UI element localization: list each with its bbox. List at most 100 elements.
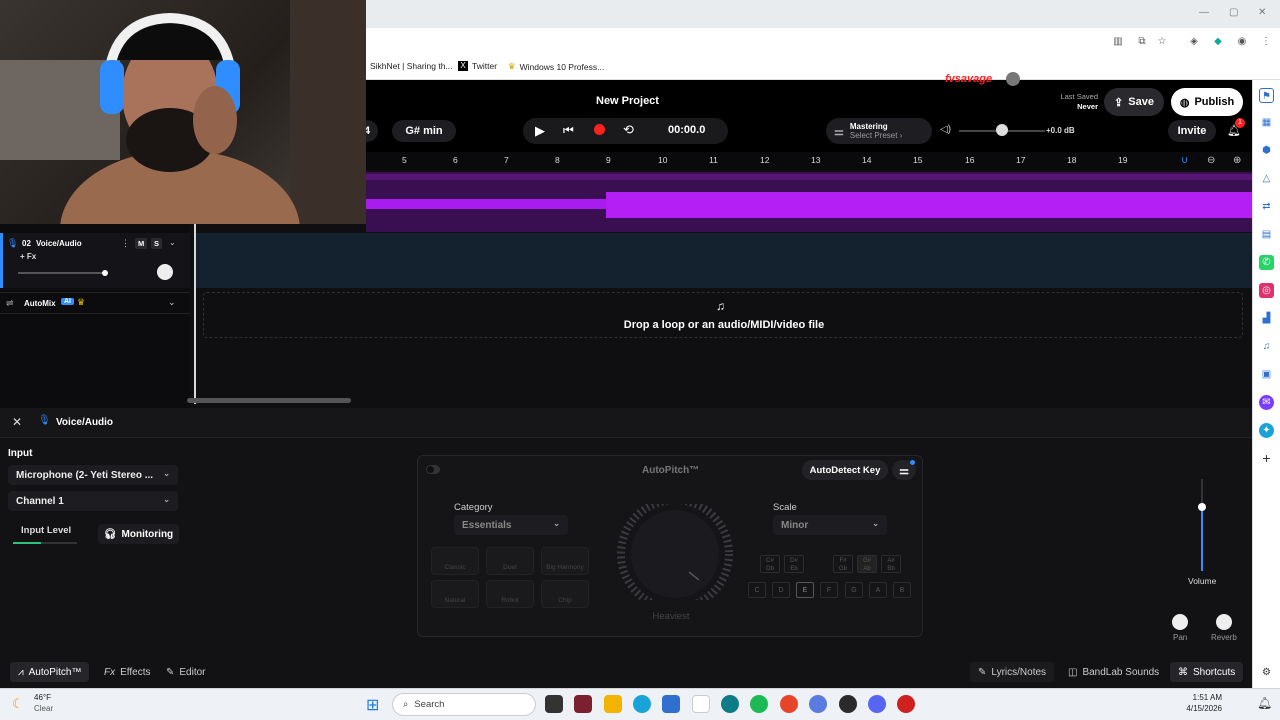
close-icon[interactable]: ✕	[12, 415, 22, 429]
track-header-voice[interactable]: 🎙︎ 02 Voice/Audio ⋮ M S ⌄ + Fx	[0, 233, 190, 288]
track-pan-knob[interactable]	[157, 264, 173, 280]
cast-icon[interactable]: ⧉	[1136, 36, 1148, 48]
key-b[interactable]: B	[893, 582, 911, 598]
app-icon[interactable]	[809, 695, 827, 713]
invite-button[interactable]: Invite	[1168, 120, 1216, 142]
bookmark-sikhnet[interactable]: SikhNet | Sharing th...	[370, 61, 453, 71]
spotify-icon[interactable]	[750, 695, 768, 713]
chrome-icon[interactable]	[780, 695, 798, 713]
drop-zone[interactable]: ♫ Drop a loop or an audio/MIDI/video fil…	[203, 292, 1243, 338]
key-e[interactable]: E	[796, 582, 814, 598]
whatsapp-icon[interactable]: ✆	[1259, 255, 1274, 270]
gear-icon[interactable]: ⚙	[1259, 665, 1274, 680]
project-title[interactable]: New Project	[596, 95, 659, 107]
record-button[interactable]	[594, 124, 605, 135]
key-a-sharp[interactable]: A# Bb	[881, 555, 901, 573]
clock-date[interactable]: 4/15/2026	[1182, 704, 1222, 713]
nba-icon[interactable]	[692, 695, 710, 713]
clock-time[interactable]: 1:51 AM	[1190, 693, 1222, 702]
mute-button[interactable]: M	[135, 238, 148, 249]
mode-classic[interactable]: Classic	[431, 547, 479, 575]
zoom-in-icon[interactable]: ⊕	[1233, 155, 1241, 166]
autopitch-toggle[interactable]	[426, 465, 440, 474]
play-icon[interactable]: ▶	[535, 123, 545, 139]
file-explorer-icon[interactable]	[604, 695, 622, 713]
minimize-button[interactable]: —	[1199, 7, 1209, 18]
chevron-down-icon[interactable]: ⌄	[169, 238, 176, 247]
avatar[interactable]	[1006, 72, 1020, 86]
notification-icon[interactable]: 🔔︎	[1257, 696, 1272, 710]
track-volume-handle[interactable]	[102, 270, 108, 276]
chevron-down-icon[interactable]: ⌄	[168, 297, 176, 308]
close-window-button[interactable]: ✕	[1258, 7, 1266, 18]
reading-list-icon[interactable]: ▥	[1112, 36, 1124, 48]
save-button[interactable]: ⇪ Save	[1104, 88, 1164, 116]
key-c[interactable]: C	[748, 582, 766, 598]
mode-big-harmony[interactable]: Big Harmony	[541, 547, 589, 575]
skip-back-icon[interactable]: ⏮	[563, 123, 574, 138]
mastering-button[interactable]: ⚌ Mastering Select Preset ›	[826, 118, 932, 144]
bell-icon[interactable]: ♫	[1259, 339, 1274, 354]
taskbar-search[interactable]: ⌕ Search	[392, 693, 536, 716]
zoom-out-icon[interactable]: ⊖	[1207, 155, 1215, 166]
category-select[interactable]: Essentials ⌄	[454, 515, 568, 535]
solo-button[interactable]: S	[151, 238, 163, 249]
bandlab-sounds-button[interactable]: ◫ BandLab Sounds	[1060, 662, 1167, 682]
horizontal-scrollbar[interactable]	[187, 398, 351, 403]
store-icon[interactable]	[662, 695, 680, 713]
more-options-icon[interactable]: ⋮	[121, 238, 130, 249]
autodetect-key-button[interactable]: AutoDetect Key	[802, 460, 888, 480]
master-volume-handle[interactable]	[996, 124, 1008, 136]
bookmark-star-icon[interactable]: ☆	[1156, 36, 1168, 48]
speaker-icon[interactable]: ◁)	[940, 124, 951, 135]
publish-button[interactable]: ◍ Publish	[1171, 88, 1243, 116]
document-icon[interactable]: ▣	[1259, 367, 1274, 382]
tab-effects[interactable]: Fx Effects	[96, 662, 159, 682]
chart-icon[interactable]: ▟	[1259, 311, 1274, 326]
bookmark-icon[interactable]: ⚑	[1259, 88, 1274, 103]
translate-icon[interactable]: ▦	[1259, 115, 1274, 130]
edge-icon[interactable]	[633, 695, 651, 713]
monitoring-button[interactable]: 🎧︎ Monitoring	[98, 524, 179, 544]
track-name[interactable]: Voice/Audio	[36, 239, 82, 248]
voice-track-lane[interactable]	[195, 233, 1252, 288]
mode-robot[interactable]: Robot	[486, 580, 534, 608]
audio-region-waveform[interactable]	[366, 172, 1252, 232]
mode-duet[interactable]: Duet	[486, 547, 534, 575]
playhead[interactable]	[194, 224, 196, 404]
bookmark-windows[interactable]: ♛ Windows 10 Profess...	[508, 61, 604, 72]
key-selector[interactable]: G# min	[392, 120, 456, 142]
app-icon[interactable]	[839, 695, 857, 713]
pitch-correction-knob[interactable]	[617, 504, 733, 600]
discord-icon[interactable]	[868, 695, 886, 713]
address-bar[interactable]: ▥ ⧉ ☆ ◈ ◆ ◉ ⋮	[366, 28, 1280, 56]
drive-icon[interactable]: △	[1259, 171, 1274, 186]
app-icon[interactable]	[574, 695, 592, 713]
bookmark-twitter[interactable]: X Twitter	[458, 61, 497, 71]
instagram-icon[interactable]: ◎	[1259, 283, 1274, 298]
volume-fader-handle[interactable]	[1198, 503, 1206, 511]
tab-editor[interactable]: ✎ Editor	[158, 662, 214, 682]
reverb-knob[interactable]	[1216, 614, 1232, 630]
automix-row[interactable]: ⇌ AutoMix AI ♛ ⌄	[0, 292, 190, 314]
key-c-sharp[interactable]: C# Db	[760, 555, 780, 573]
key-a[interactable]: A	[869, 582, 887, 598]
track-volume-slider[interactable]	[18, 272, 106, 274]
menu-icon[interactable]: ⋮	[1260, 36, 1272, 48]
input-device-select[interactable]: Microphone (2- Yeti Stereo ... ⌄	[8, 465, 178, 485]
weather-desc[interactable]: Clear	[34, 704, 53, 713]
cube-icon[interactable]: ⬢	[1259, 143, 1274, 158]
channel-select[interactable]: Channel 1 ⌄	[8, 491, 178, 511]
maximize-button[interactable]: ▢	[1229, 7, 1238, 18]
calendar-icon[interactable]: ▤	[1259, 227, 1274, 242]
timeline-ruler[interactable]: 5 6 7 8 9 10 11 12 13 14 15 16 17 18 19 …	[366, 152, 1252, 170]
extension-icon[interactable]: ◈	[1188, 36, 1200, 48]
mode-natural[interactable]: Natural	[431, 580, 479, 608]
messenger-icon[interactable]: ✉	[1259, 395, 1274, 410]
key-f-sharp[interactable]: F# Gb	[833, 555, 853, 573]
key-d-sharp[interactable]: D# Eb	[784, 555, 804, 573]
magnet-icon[interactable]: ∪	[1181, 155, 1188, 166]
headphones-app-icon[interactable]	[897, 695, 915, 713]
task-view-icon[interactable]	[545, 695, 563, 713]
translate-icon[interactable]: ⇄	[1259, 199, 1274, 214]
